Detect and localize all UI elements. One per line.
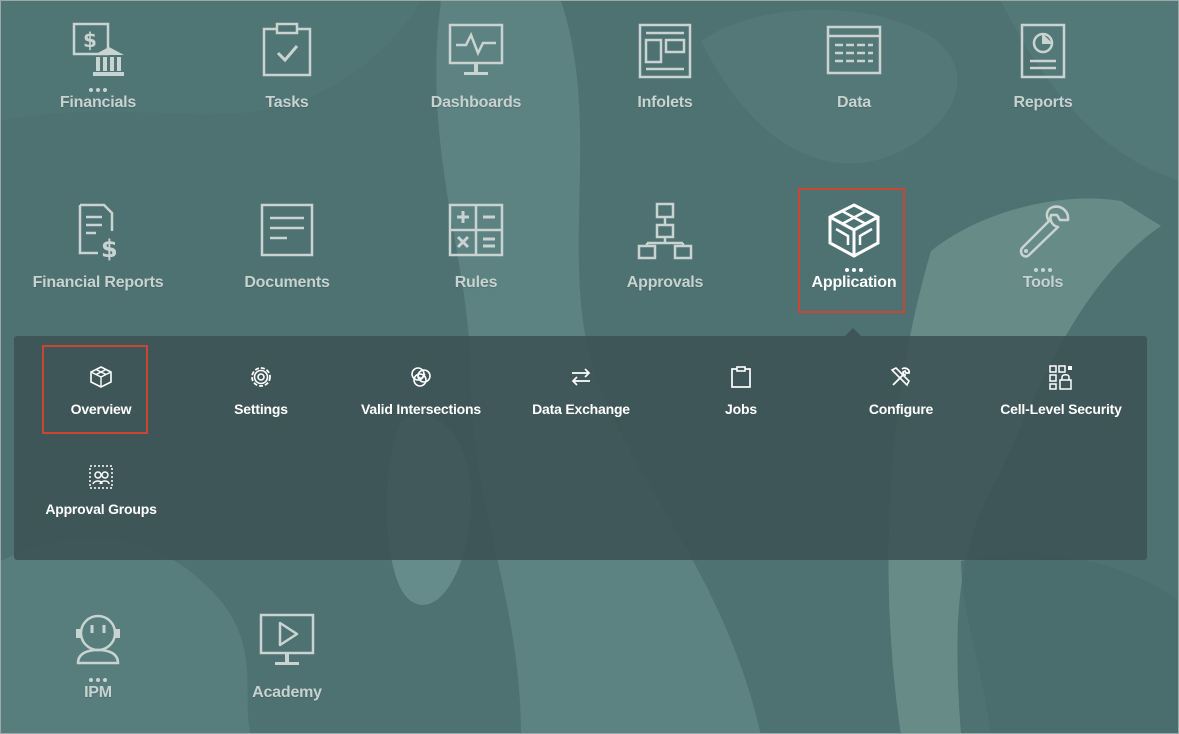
submenu-item-settings[interactable]: Settings [186,364,336,424]
financial-reports-icon: $ [78,203,118,261]
infolets-icon [638,23,692,79]
tile-label: Tools [1022,274,1064,291]
tile-label: Application [811,274,897,291]
configure-tools-icon [890,367,911,387]
tile-reports[interactable]: Reports [963,21,1123,141]
tile-financials[interactable]: $ Financials [18,21,178,141]
tile-application[interactable]: Application [774,201,934,321]
tile-label: Infolets [637,94,693,111]
submenu-item-label: Configure [868,401,934,417]
submenu-item-overview[interactable]: Overview [26,364,176,424]
more-dots-icon [774,259,934,272]
submenu-item-label: Data Exchange [532,401,630,417]
application-cube-icon [828,203,880,258]
financials-icon: $ [72,22,124,76]
submenu-item-cell-level-security[interactable]: Cell-Level Security [986,364,1136,424]
tile-tools[interactable]: Tools [963,201,1123,321]
tasks-clipboard-icon [262,22,312,77]
tile-label: Data [837,94,871,111]
jobs-clipboard-icon [731,366,751,388]
tile-tasks[interactable]: Tasks [207,21,367,141]
submenu-pointer [845,328,861,336]
documents-icon [260,203,314,257]
submenu-item-configure[interactable]: Configure [826,364,976,424]
svg-text:$: $ [101,235,118,261]
submenu-item-label: Overview [70,401,132,417]
more-dots-icon [963,259,1123,272]
tile-label: IPM [84,684,112,701]
submenu-item-label: Cell-Level Security [1000,401,1122,417]
reports-icon [1020,23,1066,79]
more-dots-icon [18,79,178,92]
settings-gear-icon [251,367,271,387]
cell-level-security-icon [1049,365,1072,390]
dashboard-monitor-icon [448,23,504,75]
springboard: $ Financials Tasks Dashboards Infolets D… [0,0,1179,734]
tile-financial-reports[interactable]: $ Financial Reports [18,201,178,321]
rules-calculator-icon [448,203,504,257]
submenu-item-jobs[interactable]: Jobs [666,364,816,424]
overview-cube-icon [90,366,112,388]
tile-label: Reports [1013,94,1073,111]
tile-label: Dashboards [430,94,522,111]
tile-approvals[interactable]: Approvals [585,201,745,321]
tile-label: Approvals [626,274,704,291]
data-grid-icon [826,25,882,75]
tile-rules[interactable]: Rules [396,201,556,321]
tile-label: Documents [244,274,330,291]
submenu-item-label: Valid Intersections [361,401,481,417]
submenu-item-valid-intersections[interactable]: Valid Intersections [346,364,496,424]
tile-label: Financials [59,94,137,111]
submenu-item-approval-groups[interactable]: Approval Groups [26,464,176,524]
tile-label: Academy [252,684,322,701]
tile-label: Rules [454,274,498,291]
tile-academy[interactable]: Academy [207,611,367,731]
more-dots-icon [18,669,178,682]
tile-dashboards[interactable]: Dashboards [396,21,556,141]
submenu-item-data-exchange[interactable]: Data Exchange [506,364,656,424]
valid-intersections-icon [411,367,431,387]
submenu-item-label: Approval Groups [45,501,157,517]
ipm-robot-icon [76,614,120,665]
tile-ipm[interactable]: IPM [18,611,178,731]
tile-documents[interactable]: Documents [207,201,367,321]
tile-label: Financial Reports [32,274,164,291]
submenu-item-label: Jobs [725,401,757,417]
submenu-item-label: Settings [234,401,288,417]
tile-infolets[interactable]: Infolets [585,21,745,141]
approvals-hierarchy-icon [637,202,693,260]
academy-play-icon [259,613,315,665]
svg-text:$: $ [83,28,97,52]
tools-wrench-icon [1019,205,1070,258]
tile-label: Tasks [265,94,309,111]
approval-groups-icon [89,465,113,489]
tile-data[interactable]: Data [774,21,934,141]
data-exchange-arrows-icon [571,368,591,386]
